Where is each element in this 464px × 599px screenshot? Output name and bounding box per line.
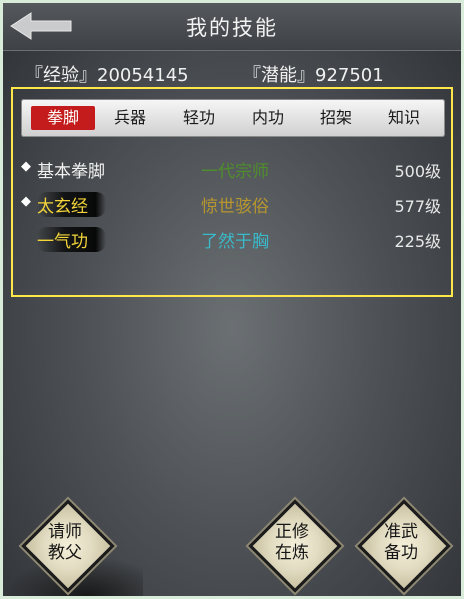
experience-value: 『经验』20054145 bbox=[25, 65, 189, 86]
skill-name: 基本拳脚 bbox=[37, 162, 105, 182]
tab-fist[interactable]: 拳脚 bbox=[31, 106, 95, 130]
diamond-bullet-icon: ◆ bbox=[21, 194, 31, 209]
skill-level: 225级 bbox=[394, 232, 441, 251]
skill-name: 一气功 bbox=[37, 227, 106, 252]
tab-parry[interactable]: 招架 bbox=[304, 106, 368, 130]
skill-row[interactable]: 一气功 了然于胸 225级 bbox=[13, 225, 451, 255]
ask-teacher-label: 请师 教父 bbox=[48, 522, 82, 563]
skill-row[interactable]: ◆ 基本拳脚 一代宗师 500级 bbox=[13, 155, 451, 185]
prepare-skill-button[interactable]: 准武 备功 bbox=[357, 499, 451, 593]
skill-row[interactable]: ◆ 太玄经 惊世骇俗 577级 bbox=[13, 190, 451, 220]
skill-rank: 了然于胸 bbox=[201, 232, 269, 252]
header-bar: 我的技能 bbox=[3, 3, 461, 51]
skill-rank: 一代宗师 bbox=[201, 162, 269, 182]
skill-category-tabs: 拳脚 兵器 轻功 内功 招架 知识 bbox=[21, 99, 445, 137]
skill-name: 太玄经 bbox=[37, 192, 106, 217]
diamond-bullet-icon: ◆ bbox=[21, 159, 31, 174]
skills-panel: 拳脚 兵器 轻功 内功 招架 知识 ◆ 基本拳脚 一代宗师 500级 ◆ 太玄经… bbox=[11, 87, 453, 297]
tab-weapon[interactable]: 兵器 bbox=[98, 106, 162, 130]
skill-level: 577级 bbox=[394, 197, 441, 216]
tab-internal[interactable]: 内功 bbox=[236, 106, 300, 130]
skills-screen: 我的技能 『经验』20054145 『潜能』927501 拳脚 兵器 轻功 内功… bbox=[3, 3, 461, 596]
potential-value: 『潜能』927501 bbox=[243, 65, 384, 86]
skill-rank: 惊世骇俗 bbox=[201, 197, 269, 217]
skill-level: 500级 bbox=[394, 162, 441, 181]
ask-teacher-button[interactable]: 请师 教父 bbox=[21, 499, 115, 593]
practice-button[interactable]: 正修 在炼 bbox=[248, 499, 342, 593]
tab-lightness[interactable]: 轻功 bbox=[167, 106, 231, 130]
prepare-skill-label: 准武 备功 bbox=[384, 522, 418, 563]
practice-label: 正修 在炼 bbox=[275, 522, 309, 563]
tab-knowledge[interactable]: 知识 bbox=[372, 106, 436, 130]
page-title: 我的技能 bbox=[186, 16, 278, 40]
